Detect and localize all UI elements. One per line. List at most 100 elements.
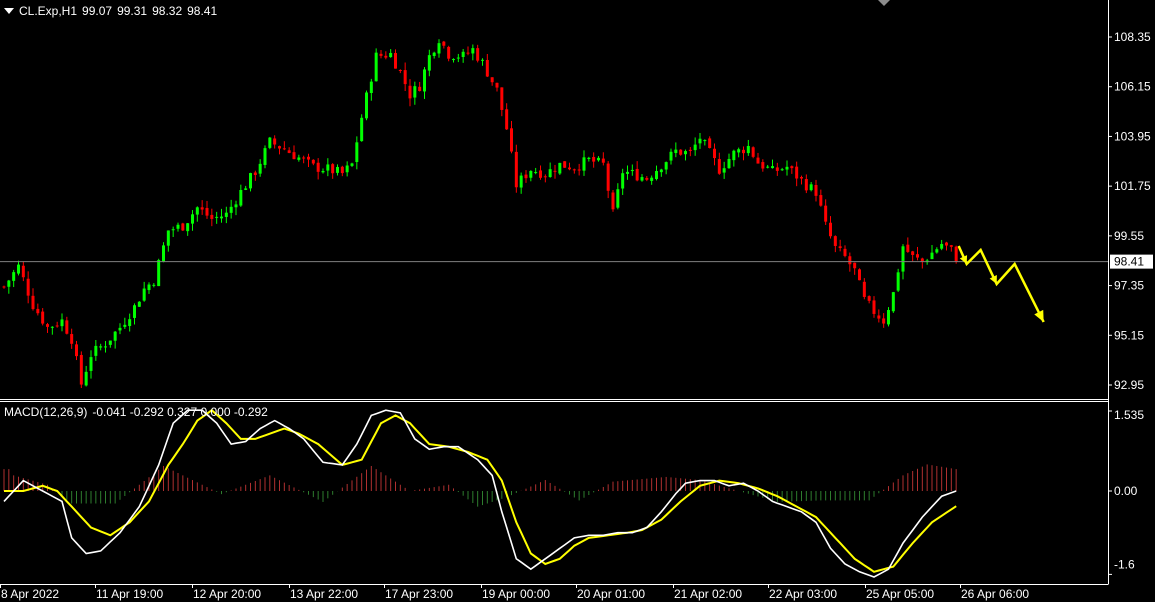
time-tick-label: 11 Apr 19:00 — [96, 587, 163, 601]
candle-body — [118, 327, 122, 331]
price-tick-label: 95.15 — [1114, 328, 1144, 342]
ohlc-low: 98.32 — [152, 4, 183, 18]
candle-body — [99, 346, 103, 348]
candle-body — [693, 144, 697, 151]
candle-body — [780, 169, 784, 171]
candle-body — [60, 319, 64, 327]
candle-body — [437, 43, 441, 54]
candle-body — [567, 167, 571, 170]
candle-body — [350, 163, 354, 166]
candle-body — [543, 176, 547, 178]
candle-body — [911, 251, 915, 255]
candle-body — [683, 151, 687, 155]
candle-body — [128, 319, 132, 327]
candle-body — [369, 81, 373, 93]
candle-body — [538, 170, 542, 178]
candle-body — [364, 92, 368, 119]
candle-body — [466, 52, 470, 54]
macd-indicator — [3, 408, 957, 578]
candle-body — [316, 162, 320, 172]
candle-body — [137, 301, 141, 307]
candle-body — [45, 324, 49, 327]
price-candles — [2, 39, 958, 389]
time-tick-label: 20 Apr 01:00 — [577, 587, 645, 601]
time-tick-label: 22 Apr 03:00 — [769, 587, 837, 601]
symbol-header[interactable]: CL.Exp,H1 99.07 99.31 98.32 98.41 — [4, 4, 222, 18]
candle-body — [166, 230, 170, 246]
candle-body — [601, 158, 605, 163]
candle-body — [659, 169, 663, 173]
candle-body — [761, 162, 765, 169]
candle-body — [224, 212, 228, 217]
candle-body — [770, 166, 774, 169]
candle-body — [630, 169, 634, 172]
candle-body — [16, 264, 20, 274]
candle-body — [258, 163, 262, 174]
candle-body — [108, 340, 112, 345]
candle-body — [867, 296, 871, 301]
candle-body — [838, 246, 842, 249]
candle-body — [7, 280, 11, 287]
candle-body — [79, 354, 83, 385]
candle-body — [186, 223, 190, 232]
candle-body — [345, 165, 349, 173]
candle-body — [442, 41, 446, 46]
candle-body — [432, 52, 436, 56]
candle-body — [21, 265, 25, 278]
candle-body — [785, 166, 789, 170]
macd-tick-label: 0.00 — [1114, 484, 1138, 498]
axis-labels: 108.35 106.15 103.95 101.75 99.55 97.35 95.15 9… — [0, 30, 1153, 601]
candle-body — [534, 172, 538, 174]
candle-body — [616, 189, 620, 208]
candle-body — [263, 148, 267, 165]
candle-body — [949, 245, 953, 247]
candle-body — [727, 158, 731, 169]
candle-body — [572, 169, 576, 171]
chart-shift-marker-icon[interactable] — [878, 0, 890, 6]
candle-body — [476, 48, 480, 61]
macd-tick-label: 1.535 — [1114, 408, 1144, 422]
candle-body — [12, 272, 16, 281]
candle-body — [427, 55, 431, 71]
macd-tick-label: -1.6 — [1114, 557, 1135, 571]
macd-main-line — [3, 409, 957, 578]
candle-body — [41, 311, 45, 324]
candle-body — [582, 157, 586, 171]
time-tick-label: 25 Apr 05:00 — [866, 587, 934, 601]
candle-body — [161, 245, 165, 262]
candle-body — [935, 249, 939, 253]
candle-body — [132, 305, 136, 318]
dropdown-triangle-icon[interactable] — [4, 8, 14, 14]
candle-body — [55, 325, 59, 327]
candle-body — [819, 195, 823, 206]
candle-body — [74, 344, 78, 357]
candle-body — [244, 188, 248, 190]
candle-body — [36, 308, 40, 314]
candle-body — [756, 157, 760, 164]
candle-body — [795, 166, 799, 179]
candle-body — [157, 260, 161, 287]
candle-body — [360, 117, 364, 142]
price-tick-label: 101.75 — [1114, 179, 1151, 193]
trading-chart[interactable]: 108.35 106.15 103.95 101.75 99.55 97.35 95.15 9… — [0, 0, 1155, 602]
candle-body — [374, 52, 378, 82]
candle-body — [239, 189, 243, 206]
ohlc-high: 99.31 — [117, 4, 148, 18]
candle-body — [340, 166, 344, 174]
candle-body — [882, 318, 886, 324]
symbol-label: CL.Exp,H1 — [19, 4, 78, 18]
candle-body — [490, 77, 494, 83]
candle-body — [717, 159, 721, 174]
candle-body — [234, 204, 238, 208]
candle-body — [954, 246, 958, 262]
candle-body — [331, 164, 335, 174]
candle-body — [814, 184, 818, 196]
candle-body — [896, 272, 900, 291]
candle-body — [65, 320, 69, 334]
forecast-arrow-path — [957, 245, 1045, 323]
candle-body — [70, 334, 74, 344]
candle-body — [563, 161, 567, 168]
time-tick-label: 13 Apr 22:00 — [290, 587, 358, 601]
candle-body — [480, 59, 484, 61]
candle-body — [422, 69, 426, 92]
